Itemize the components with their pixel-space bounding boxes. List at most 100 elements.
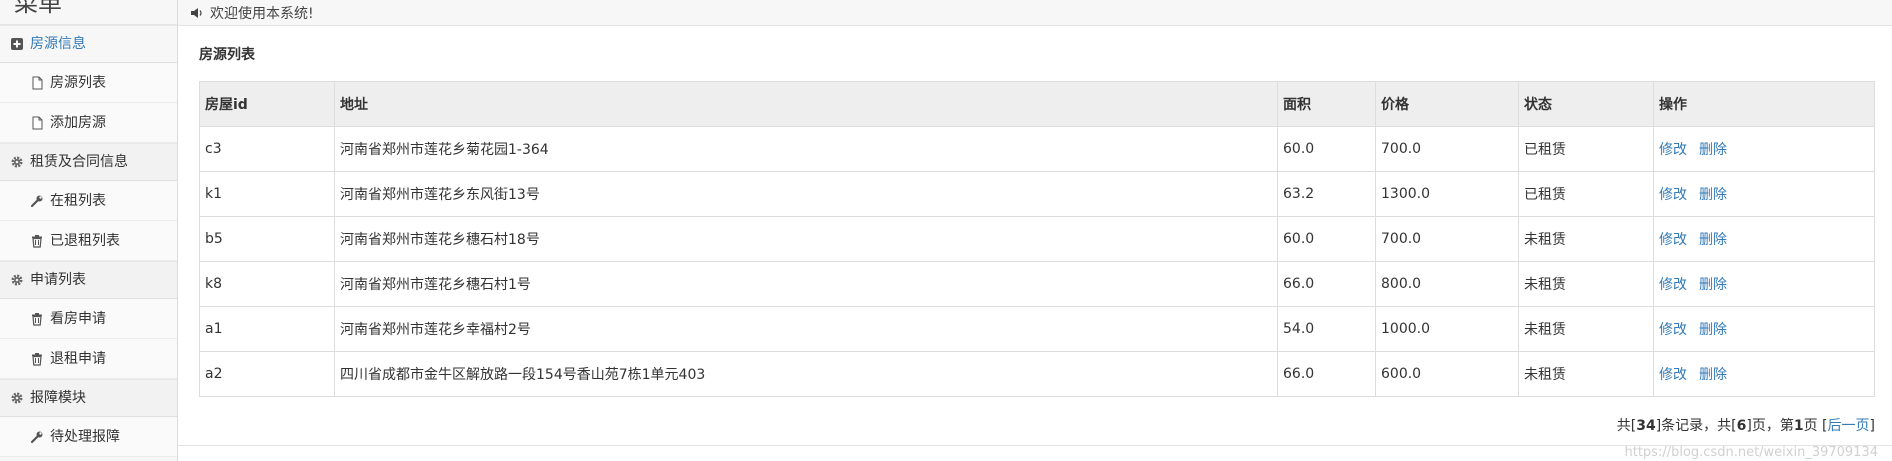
next-page-link[interactable]: 后一页 (1828, 418, 1870, 434)
cell-area: 54.0 (1277, 306, 1376, 352)
column-header-actions: 操作 (1653, 81, 1875, 127)
trash-icon (30, 352, 44, 366)
sidebar-item-label: 待处理报障 (50, 428, 120, 445)
sidebar-section-applications[interactable]: 申请列表 (0, 261, 177, 299)
file-icon (30, 76, 44, 90)
cell-area: 60.0 (1277, 126, 1376, 172)
table-row: k1 河南省郑州市莲花乡东风街13号 63.2 1300.0 已租赁 修改 删除 (199, 171, 1875, 217)
sidebar-item-checkout-requests[interactable]: 退租申请 (0, 339, 177, 379)
sidebar-section-house-info[interactable]: 房源信息 (0, 25, 177, 63)
file-icon (30, 116, 44, 130)
cell-id: k8 (199, 261, 335, 307)
cell-status: 未租赁 (1518, 216, 1654, 262)
cell-actions: 修改 删除 (1653, 126, 1875, 172)
gear-icon (10, 273, 24, 287)
cell-price: 700.0 (1375, 126, 1519, 172)
total-records: 34 (1636, 418, 1656, 434)
delete-link[interactable]: 删除 (1699, 277, 1727, 293)
pagination-text: ] (1869, 418, 1875, 434)
table-header-row: 房屋id 地址 面积 价格 状态 操作 (199, 81, 1875, 127)
delete-link[interactable]: 删除 (1699, 232, 1727, 248)
cell-actions: 修改 删除 (1653, 306, 1875, 352)
sidebar-item-pending-repairs[interactable]: 待处理报障 (0, 417, 177, 457)
pagination-text: ]条记录，共[ (1655, 418, 1737, 434)
trash-icon (30, 234, 44, 248)
sidebar-item-label: 添加房源 (50, 114, 106, 131)
current-page: 1 (1793, 418, 1804, 434)
cell-actions: 修改 删除 (1653, 351, 1875, 397)
sidebar-section-lease[interactable]: 租赁及合同信息 (0, 143, 177, 181)
sidebar-section-label: 租赁及合同信息 (30, 154, 128, 170)
cell-status: 未租赁 (1518, 306, 1654, 352)
cell-status: 已租赁 (1518, 171, 1654, 217)
sidebar-item-renting-list[interactable]: 在租列表 (0, 181, 177, 221)
cell-id: c3 (199, 126, 335, 172)
cell-address: 四川省成都市金牛区解放路一段154号香山苑7栋1单元403 (334, 351, 1278, 397)
cell-price: 700.0 (1375, 216, 1519, 262)
edit-link[interactable]: 修改 (1659, 277, 1687, 293)
sidebar-item-house-list[interactable]: 房源列表 (0, 63, 177, 103)
sidebar-item-add-house[interactable]: 添加房源 (0, 103, 177, 143)
column-header-address: 地址 (334, 81, 1278, 127)
edit-link[interactable]: 修改 (1659, 322, 1687, 338)
edit-link[interactable]: 修改 (1659, 232, 1687, 248)
delete-link[interactable]: 删除 (1699, 322, 1727, 338)
column-header-area: 面积 (1277, 81, 1376, 127)
plus-square-icon (10, 37, 24, 51)
menu-title: 菜单 (0, 0, 177, 25)
cell-address: 河南省郑州市莲花乡东风街13号 (334, 171, 1278, 217)
cell-id: k1 (199, 171, 335, 217)
cell-id: a1 (199, 306, 335, 352)
page-title: 房源列表 (199, 47, 255, 63)
delete-link[interactable]: 删除 (1699, 142, 1727, 158)
edit-link[interactable]: 修改 (1659, 187, 1687, 203)
column-header-id: 房屋id (199, 81, 335, 127)
table-row: k8 河南省郑州市莲花乡穗石村1号 66.0 800.0 未租赁 修改 删除 (199, 261, 1875, 307)
welcome-text: 欢迎使用本系统! (210, 5, 314, 22)
cell-area: 63.2 (1277, 171, 1376, 217)
cell-actions: 修改 删除 (1653, 171, 1875, 217)
edit-link[interactable]: 修改 (1659, 367, 1687, 383)
cell-id: b5 (199, 216, 335, 262)
column-header-price: 价格 (1375, 81, 1519, 127)
watermark: https://blog.csdn.net/weixin_39709134 (1624, 445, 1878, 460)
pagination-text: ]页，第 (1746, 418, 1794, 434)
cell-actions: 修改 删除 (1653, 216, 1875, 262)
cell-price: 1000.0 (1375, 306, 1519, 352)
pagination-text: 页 [ (1803, 418, 1828, 434)
cell-status: 已租赁 (1518, 126, 1654, 172)
sidebar-item-label: 退租申请 (50, 350, 106, 367)
total-pages: 6 (1736, 418, 1747, 434)
edit-link[interactable]: 修改 (1659, 142, 1687, 158)
sidebar-item-label: 已退租列表 (50, 232, 120, 249)
sidebar-section-label: 报障模块 (30, 390, 86, 406)
sidebar-item-ended-list[interactable]: 已退租列表 (0, 221, 177, 261)
cell-area: 66.0 (1277, 261, 1376, 307)
table-row: a2 四川省成都市金牛区解放路一段154号香山苑7栋1单元403 66.0 60… (199, 351, 1875, 397)
gear-icon (10, 155, 24, 169)
sidebar-item-label: 看房申请 (50, 310, 106, 327)
sidebar-section-label: 申请列表 (30, 272, 86, 288)
pagination-text: 共[ (1616, 418, 1637, 434)
cell-address: 河南省郑州市莲花乡幸福村2号 (334, 306, 1278, 352)
gear-icon (10, 391, 24, 405)
table-row: a1 河南省郑州市莲花乡幸福村2号 54.0 1000.0 未租赁 修改 删除 (199, 306, 1875, 352)
cell-price: 800.0 (1375, 261, 1519, 307)
cell-address: 河南省郑州市莲花乡穗石村18号 (334, 216, 1278, 262)
sidebar-section-label: 房源信息 (30, 36, 86, 52)
cell-status: 未租赁 (1518, 261, 1654, 307)
column-header-status: 状态 (1518, 81, 1654, 127)
cell-area: 60.0 (1277, 216, 1376, 262)
wrench-icon (30, 430, 44, 444)
sidebar-item-viewing-requests[interactable]: 看房申请 (0, 299, 177, 339)
house-table: 房屋id 地址 面积 价格 状态 操作 c3 河南省郑州市莲花乡菊花园1-364… (199, 81, 1875, 397)
cell-price: 1300.0 (1375, 171, 1519, 217)
notice-bar: 欢迎使用本系统! (178, 0, 1892, 26)
sidebar-item-label: 房源列表 (50, 74, 106, 91)
delete-link[interactable]: 删除 (1699, 187, 1727, 203)
sidebar-section-repair[interactable]: 报障模块 (0, 379, 177, 417)
trash-icon (30, 312, 44, 326)
delete-link[interactable]: 删除 (1699, 367, 1727, 383)
cell-address: 河南省郑州市莲花乡穗石村1号 (334, 261, 1278, 307)
sidebar: 菜单 房源信息 房源列表 添加房源 租赁及合同信息 在租列表 已退租列表 申请列… (0, 0, 178, 461)
